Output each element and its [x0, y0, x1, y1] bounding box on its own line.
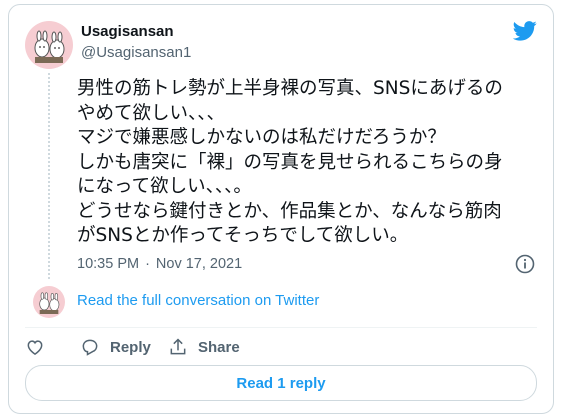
- share-label: Share: [198, 338, 240, 356]
- share-icon: [170, 338, 186, 355]
- tweet-date[interactable]: Nov 17, 2021: [156, 256, 242, 272]
- reply-button[interactable]: Reply: [80, 336, 151, 358]
- reply-label: Reply: [110, 338, 151, 356]
- heart-icon: [27, 340, 43, 355]
- read-replies-button[interactable]: Read 1 reply: [25, 365, 537, 401]
- avatar-illustration: [39, 292, 60, 314]
- like-button[interactable]: [25, 336, 55, 358]
- info-icon[interactable]: [515, 254, 535, 274]
- display-name[interactable]: Usagisansan: [81, 23, 174, 40]
- tweet-timestamp[interactable]: 10:35 PM · Nov 17, 2021: [77, 256, 242, 272]
- share-button[interactable]: Share: [168, 336, 240, 358]
- read-replies-label: Read 1 reply: [236, 374, 326, 392]
- avatar-illustration: [34, 30, 65, 63]
- avatar[interactable]: [25, 21, 73, 69]
- tweet-text: 男性の筋トレ勢が上半身裸の写真、SNSにあげるの やめて欲しい、、、 マジで嫌悪…: [77, 78, 503, 246]
- twitter-bird-icon[interactable]: [513, 21, 537, 41]
- tweet-time[interactable]: 10:35 PM: [77, 256, 139, 272]
- timestamp-separator: ·: [145, 256, 150, 272]
- read-conversation-link[interactable]: Read the full conversation on Twitter: [77, 292, 319, 309]
- thread-line: [48, 73, 50, 279]
- conversation-avatar[interactable]: [33, 286, 65, 318]
- user-handle[interactable]: @Usagisansan1: [81, 44, 191, 61]
- reply-icon: [82, 339, 98, 356]
- tweet-card: Usagisansan @Usagisansan1 男性の筋トレ勢が上半身裸の写…: [8, 4, 554, 414]
- divider: [25, 327, 537, 328]
